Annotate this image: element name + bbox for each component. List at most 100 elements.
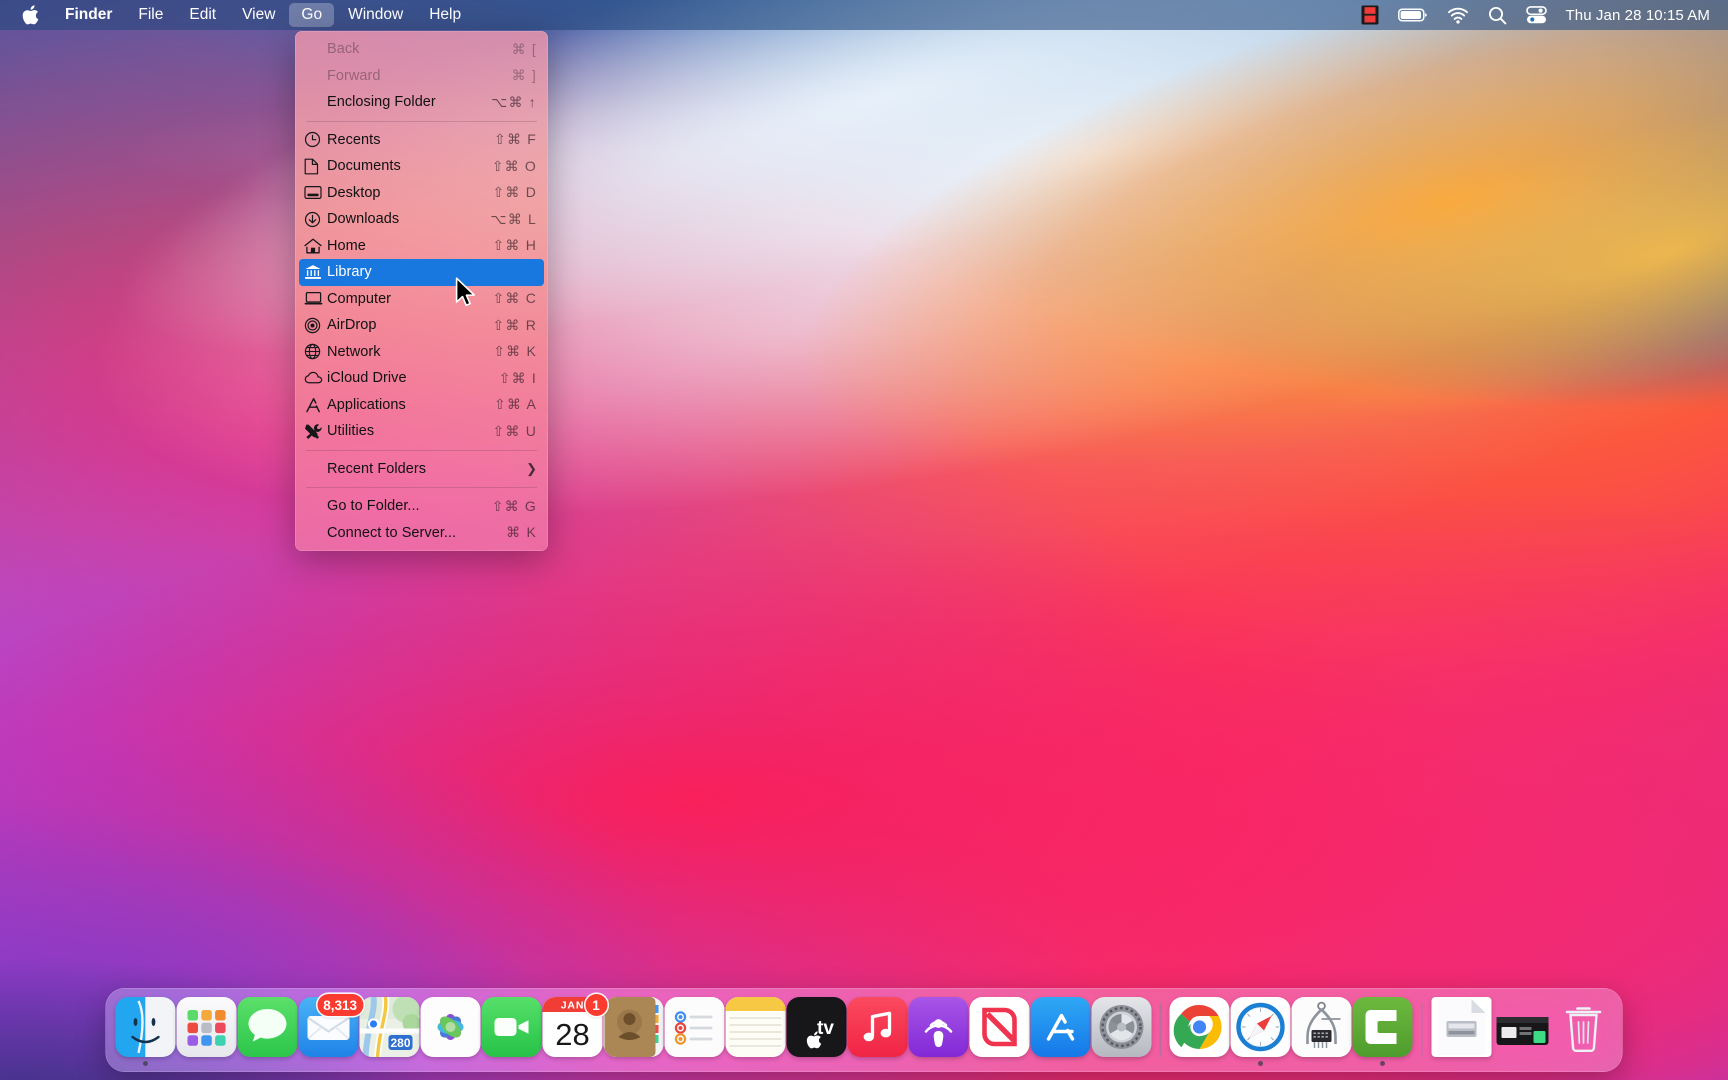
dock-item-facetime[interactable] (481, 994, 542, 1066)
dock-item-reminders[interactable] (664, 994, 725, 1066)
cloud-icon (304, 370, 327, 386)
menu-bar-item-help[interactable]: Help (417, 3, 473, 27)
dock-item-messages[interactable] (237, 994, 298, 1066)
safari-icon (1230, 997, 1291, 1057)
wifi-icon[interactable] (1447, 7, 1469, 24)
network-globe-icon (304, 344, 327, 360)
menu-separator (306, 487, 537, 488)
dock-item-music[interactable] (847, 994, 908, 1066)
menu-item-enclosing-folder[interactable]: Enclosing Folder ⌥⌘ ↑ (295, 89, 548, 116)
empty-icon-slot (304, 525, 327, 541)
dock-item-trash[interactable] (1553, 994, 1614, 1066)
desktop-icon (304, 185, 327, 201)
dock-item-documents-stack[interactable] (1431, 994, 1492, 1066)
menu-item-recents[interactable]: Recents ⇧⌘ F (295, 127, 548, 154)
screen-recording-icon[interactable] (1361, 5, 1379, 25)
notes-icon (725, 997, 785, 1057)
dock-item-camtasia[interactable] (1352, 994, 1413, 1066)
battery-icon[interactable] (1397, 7, 1428, 23)
empty-icon-slot (304, 461, 327, 477)
dock-item-contacts[interactable] (603, 994, 664, 1066)
news-icon (969, 997, 1029, 1057)
reminders-icon (664, 997, 724, 1057)
menu-item-connect-to-server[interactable]: Connect to Server... ⌘ K (295, 520, 548, 547)
documents-stack-icon (1431, 997, 1491, 1057)
svg-text:280: 280 (390, 1036, 410, 1050)
maps-icon: 280 (359, 997, 419, 1057)
dock-item-launchpad[interactable] (176, 994, 237, 1066)
menu-bar-clock[interactable]: Thu Jan 28 10:15 AM (1566, 7, 1711, 24)
dock-separator (1421, 1003, 1423, 1057)
dock-item-tv[interactable]: tv (786, 994, 847, 1066)
dock-item-podcasts[interactable] (908, 994, 969, 1066)
menu-item-network[interactable]: Network ⇧⌘ K (295, 339, 548, 366)
menu-item-documents[interactable]: Documents ⇧⌘ O (295, 153, 548, 180)
dock-item-app-store[interactable] (1030, 994, 1091, 1066)
control-center-icon[interactable] (1525, 6, 1547, 24)
menu-bar-item-go[interactable]: Go (289, 3, 335, 27)
menu-item-computer[interactable]: Computer ⇧⌘ C (295, 286, 548, 313)
downloads-stack-icon (1492, 997, 1552, 1057)
svg-text:JAN: JAN (560, 1000, 583, 1012)
computer-icon (304, 291, 327, 307)
menu-bar-left: Finder File Edit View Go Window Help (0, 0, 475, 30)
airdrop-icon (304, 317, 327, 333)
dock-item-maps[interactable]: 280 (359, 994, 420, 1066)
dock-item-safari[interactable] (1230, 994, 1291, 1066)
running-indicator (1258, 1061, 1263, 1066)
menu-bar-item-edit[interactable]: Edit (177, 3, 228, 27)
empty-icon-slot (304, 41, 327, 57)
trash-icon (1553, 997, 1613, 1057)
menu-item-go-to-folder[interactable]: Go to Folder... ⇧⌘ G (295, 493, 548, 520)
chrome-icon (1169, 997, 1230, 1057)
menu-item-desktop[interactable]: Desktop ⇧⌘ D (295, 180, 548, 207)
finder-icon (115, 997, 175, 1057)
mail-badge: 8,313 (317, 994, 363, 1016)
running-indicator (142, 1061, 148, 1066)
dock-item-finder[interactable] (115, 994, 176, 1066)
dock-item-system-preferences[interactable] (1091, 994, 1152, 1066)
podcasts-icon (908, 997, 968, 1057)
utilities-icon (304, 423, 327, 439)
menu-item-back[interactable]: Back ⌘ [ (295, 36, 548, 63)
menu-item-applications[interactable]: Applications ⇧⌘ A (295, 392, 548, 419)
menu-item-library[interactable]: Library (299, 259, 544, 286)
svg-text:tv: tv (817, 1018, 834, 1039)
home-icon (304, 238, 327, 254)
apple-logo-icon[interactable] (14, 0, 53, 30)
menu-separator (306, 120, 537, 122)
dock-item-calendar[interactable]: JAN 28 1 (542, 994, 607, 1066)
dock-separator (1159, 1003, 1161, 1057)
dock-item-photos[interactable] (420, 994, 481, 1066)
launchpad-icon (176, 997, 236, 1057)
menu-item-airdrop[interactable]: AirDrop ⇧⌘ R (295, 312, 548, 339)
photos-icon (420, 997, 480, 1057)
menu-bar-item-file[interactable]: File (126, 3, 175, 27)
dock-item-notes[interactable] (725, 994, 786, 1066)
menu-item-downloads[interactable]: Downloads ⌥⌘ L (295, 206, 548, 233)
wallpaper-navy-corner (0, 0, 1728, 1080)
empty-icon-slot (304, 94, 327, 110)
menu-item-utilities[interactable]: Utilities ⇧⌘ U (295, 418, 548, 445)
clock-icon (304, 132, 327, 148)
menu-item-recent-folders[interactable]: Recent Folders ❯ (295, 456, 548, 483)
menu-bar-item-finder[interactable]: Finder (53, 3, 124, 27)
search-icon[interactable] (1488, 6, 1507, 25)
messages-icon (237, 997, 297, 1057)
library-icon (304, 264, 327, 280)
menu-bar-item-window[interactable]: Window (336, 3, 415, 27)
applications-icon (304, 397, 327, 413)
svg-text:28: 28 (555, 1017, 589, 1052)
menu-bar-item-view[interactable]: View (230, 3, 287, 27)
menu-item-forward[interactable]: Forward ⌘ ] (295, 63, 548, 90)
dock-item-mail[interactable]: 8,313 (298, 994, 363, 1066)
dock-item-chrome[interactable] (1169, 994, 1230, 1066)
contacts-icon (603, 997, 663, 1057)
dock-item-news[interactable] (969, 994, 1030, 1066)
dock-item-downloads-stack[interactable] (1492, 994, 1553, 1066)
dock-item-calipers[interactable] (1291, 994, 1352, 1066)
document-icon (304, 158, 327, 175)
menu-item-icloud-drive[interactable]: iCloud Drive ⇧⌘ I (295, 365, 548, 392)
apple-tv-icon: tv (786, 997, 846, 1057)
menu-item-home[interactable]: Home ⇧⌘ H (295, 233, 548, 260)
